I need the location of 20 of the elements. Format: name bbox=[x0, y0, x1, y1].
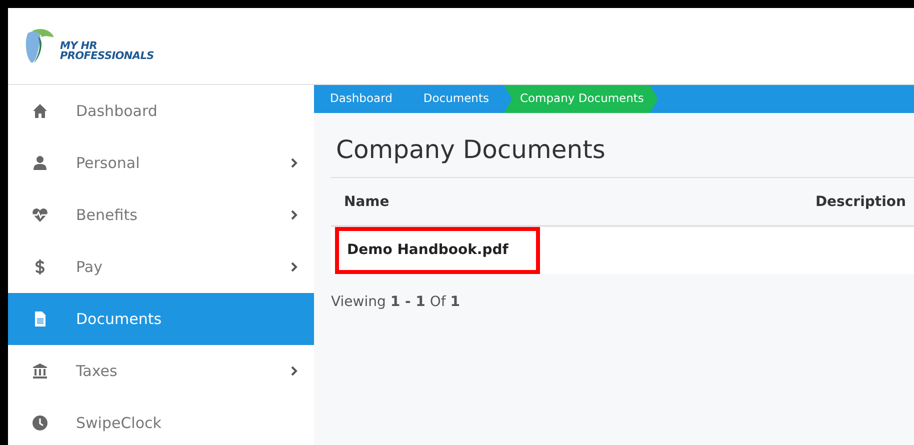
breadcrumb-link[interactable]: Company Documents bbox=[504, 85, 658, 113]
column-header: Name bbox=[344, 193, 390, 212]
sidebar-item[interactable]: Dashboard bbox=[8, 85, 314, 137]
pagination-text: Viewing 1 - 1 Of 1 bbox=[330, 293, 461, 312]
sidebar-item[interactable]: Benefits bbox=[8, 189, 314, 241]
page-title: Company Documents bbox=[331, 113, 914, 178]
document-icon bbox=[32, 311, 48, 327]
sidebar-item[interactable]: Documents bbox=[8, 293, 314, 345]
sidebar-item[interactable]: Personal bbox=[8, 137, 314, 189]
bank-icon bbox=[32, 363, 48, 379]
person-icon bbox=[32, 155, 48, 171]
column-header: Description bbox=[815, 193, 906, 212]
heartbeat-icon bbox=[32, 207, 48, 223]
sidebar-item[interactable]: SwipeClock bbox=[8, 397, 314, 445]
logo-text: MY HR PROFESSIONALS bbox=[60, 40, 154, 62]
sidebar-item[interactable]: Pay bbox=[8, 241, 314, 293]
home-icon bbox=[32, 103, 48, 119]
clock-icon bbox=[32, 415, 48, 431]
file-link[interactable]: Demo Handbook.pdf bbox=[335, 227, 540, 274]
sidebar-item[interactable]: Taxes bbox=[8, 345, 314, 397]
